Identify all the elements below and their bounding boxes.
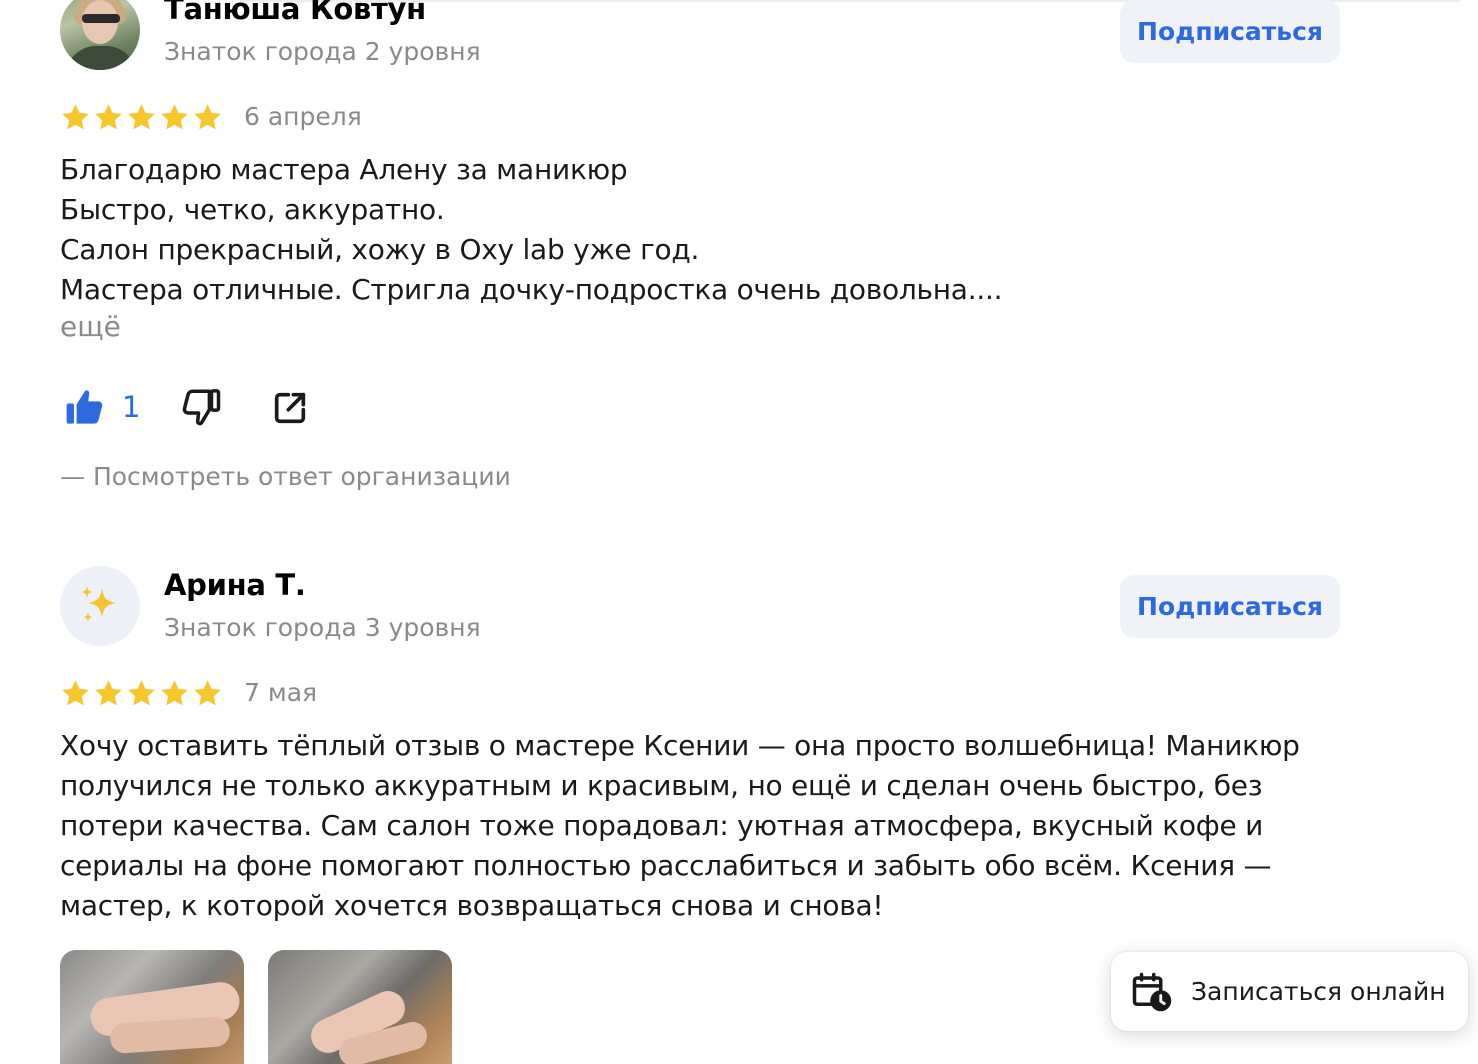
review-text-line: получился не только аккуратным и красивы… bbox=[60, 769, 1263, 802]
share-button[interactable] bbox=[270, 388, 310, 428]
thumbs-down-icon bbox=[182, 389, 221, 426]
star-icon bbox=[62, 104, 89, 130]
star-icon bbox=[194, 680, 221, 706]
star-icon bbox=[194, 104, 221, 130]
sparkles-icon bbox=[81, 586, 116, 622]
review-text-line: сериалы на фоне помогают полностью рассл… bbox=[60, 849, 1272, 882]
book-online-button[interactable]: Записаться онлайн bbox=[1111, 952, 1468, 1031]
dislike-button[interactable] bbox=[180, 386, 222, 428]
author-name[interactable]: Танюша Ковтун bbox=[164, 0, 426, 26]
author-name[interactable]: Арина Т. bbox=[164, 568, 306, 602]
more-link[interactable]: ещё bbox=[60, 310, 121, 343]
star-icon bbox=[95, 104, 122, 130]
review-date: 7 мая bbox=[244, 678, 318, 707]
review-text-line: потери качества. Сам салон тоже порадова… bbox=[60, 809, 1264, 842]
star-icon bbox=[128, 680, 155, 706]
subscribe-button[interactable]: Подписаться bbox=[1120, 0, 1340, 63]
review-text: Хочу оставить тёплый отзыв о мастере Ксе… bbox=[60, 726, 1350, 926]
review-text-line: Мастера отличные. Стригла дочку-подростк… bbox=[60, 273, 1003, 306]
review-text-line: Хочу оставить тёплый отзыв о мастере Ксе… bbox=[60, 729, 1300, 762]
rating-stars bbox=[60, 102, 223, 133]
review-text-line: Быстро, четко, аккуратно. bbox=[60, 193, 445, 226]
star-icon bbox=[95, 680, 122, 706]
like-button[interactable]: 1 bbox=[64, 386, 140, 428]
star-icon bbox=[62, 680, 89, 706]
review-date: 6 апреля bbox=[244, 102, 362, 131]
review-text-line: Благодарю мастера Алену за маникюр bbox=[60, 153, 628, 186]
author-level: Знаток города 3 уровня bbox=[164, 613, 481, 642]
star-icon bbox=[161, 680, 188, 706]
avatar[interactable] bbox=[60, 566, 140, 646]
like-count: 1 bbox=[122, 390, 141, 424]
thumbs-up-icon bbox=[66, 390, 103, 424]
org-answer-link[interactable]: — Посмотреть ответ организации bbox=[60, 462, 511, 491]
avatar[interactable] bbox=[60, 0, 140, 70]
share-icon bbox=[274, 392, 306, 424]
review-photo[interactable] bbox=[60, 950, 244, 1064]
reviews-page: Танюша Ковтун Знаток города 2 уровня Под… bbox=[0, 0, 1478, 1064]
review-text-line: Салон прекрасный, хожу в Oxy lab уже год… bbox=[60, 233, 700, 266]
book-online-label: Записаться онлайн bbox=[1191, 977, 1446, 1006]
subscribe-button[interactable]: Подписаться bbox=[1120, 575, 1340, 638]
rating-stars bbox=[60, 678, 223, 709]
star-icon bbox=[128, 104, 155, 130]
star-icon bbox=[161, 104, 188, 130]
review-text: Благодарю мастера Алену за маникюр Быстр… bbox=[60, 150, 1350, 310]
calendar-clock-icon bbox=[1132, 972, 1172, 1011]
review-text-line: мастер, к которой хочется возвращаться с… bbox=[60, 889, 884, 922]
author-level: Знаток города 2 уровня bbox=[164, 37, 481, 66]
review-photo[interactable] bbox=[268, 950, 452, 1064]
